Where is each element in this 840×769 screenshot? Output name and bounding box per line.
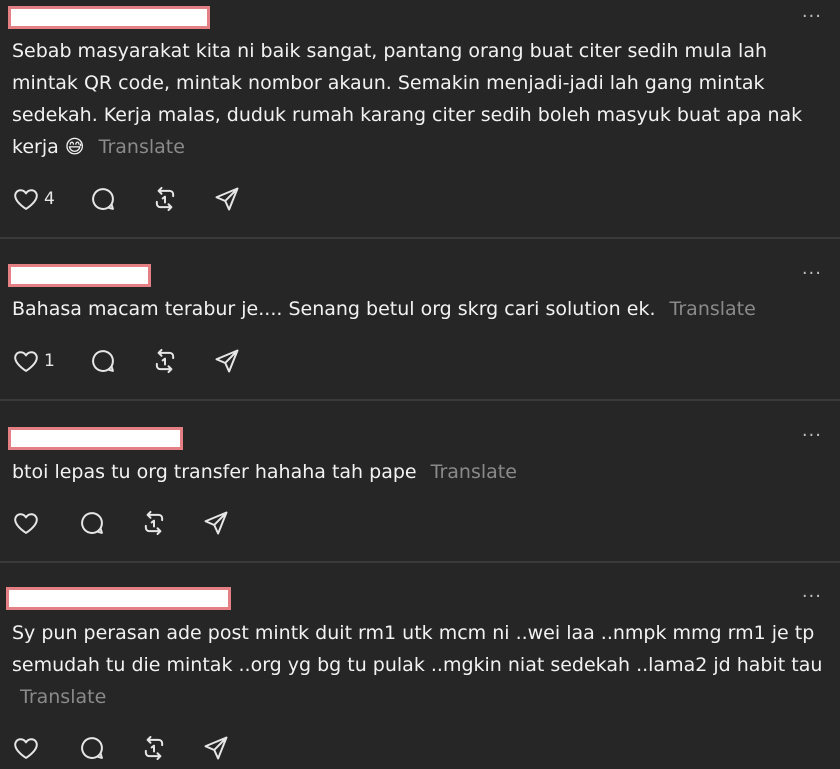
post-text: Sebab masyarakat kita ni baik sangat, pa… [12, 35, 824, 163]
heart-icon [14, 351, 38, 372]
repost-button[interactable] [151, 185, 179, 213]
post-1: ··· Sebab masyarakat kita ni baik sangat… [0, 0, 840, 238]
action-bar: 4 [12, 185, 275, 213]
action-bar [12, 509, 264, 537]
more-options-icon[interactable]: ··· [802, 427, 822, 445]
repost-button[interactable] [151, 347, 179, 375]
like-button[interactable]: 1 [12, 347, 55, 375]
post-2: ··· Bahasa macam terabur je.... Senang b… [0, 239, 840, 400]
repost-icon [155, 186, 174, 212]
translate-link[interactable]: Translate [99, 136, 185, 158]
share-button[interactable] [213, 185, 241, 213]
translate-link[interactable]: Translate [670, 298, 756, 320]
share-icon [215, 187, 239, 211]
post-text: Sy pun perasan ade post mintk duit rm1 u… [12, 617, 824, 713]
reply-icon [81, 512, 103, 534]
repost-icon [144, 510, 164, 536]
post-text-content: Sy pun perasan ade post mintk duit rm1 u… [12, 622, 823, 676]
more-options-icon[interactable]: ··· [802, 8, 822, 26]
heart-icon [14, 513, 38, 534]
like-button[interactable] [12, 734, 44, 762]
post-3: ··· btoi lepas tu org transfer hahaha ta… [0, 401, 840, 562]
translate-link[interactable]: Translate [431, 461, 517, 483]
action-bar [12, 734, 264, 762]
redacted-username [6, 587, 231, 610]
reply-icon [81, 737, 103, 759]
like-count: 4 [44, 189, 55, 209]
more-options-icon[interactable]: ··· [802, 265, 822, 283]
post-text: Bahasa macam terabur je.... Senang betul… [12, 293, 824, 325]
post-text-content: Bahasa macam terabur je.... Senang betul… [12, 298, 656, 320]
like-button[interactable] [12, 509, 44, 537]
repost-button[interactable] [140, 509, 168, 537]
heart-icon [14, 189, 38, 210]
like-button[interactable]: 4 [12, 185, 55, 213]
repost-icon [155, 348, 174, 374]
reply-button[interactable] [89, 185, 117, 213]
redacted-username [8, 264, 151, 287]
share-icon [204, 736, 228, 760]
emoji: 😅 [64, 136, 85, 158]
reply-icon [91, 188, 114, 210]
share-button[interactable] [202, 509, 230, 537]
reply-button[interactable] [78, 734, 106, 762]
redacted-username [8, 427, 183, 450]
redacted-username [8, 6, 210, 29]
share-button[interactable] [202, 734, 230, 762]
heart-icon [14, 738, 38, 759]
reply-icon [91, 350, 114, 372]
action-bar: 1 [12, 347, 275, 375]
post-4: ··· Sy pun perasan ade post mintk duit r… [0, 563, 840, 769]
post-text-content: btoi lepas tu org transfer hahaha tah pa… [12, 461, 417, 483]
reply-button[interactable] [89, 347, 117, 375]
translate-link[interactable]: Translate [20, 686, 106, 708]
repost-icon [144, 735, 164, 761]
post-text: btoi lepas tu org transfer hahaha tah pa… [12, 456, 824, 488]
repost-button[interactable] [140, 734, 168, 762]
share-button[interactable] [213, 347, 241, 375]
reply-button[interactable] [78, 509, 106, 537]
like-count: 1 [44, 351, 55, 371]
more-options-icon[interactable]: ··· [802, 588, 822, 606]
share-icon [204, 511, 228, 535]
share-icon [215, 349, 239, 373]
